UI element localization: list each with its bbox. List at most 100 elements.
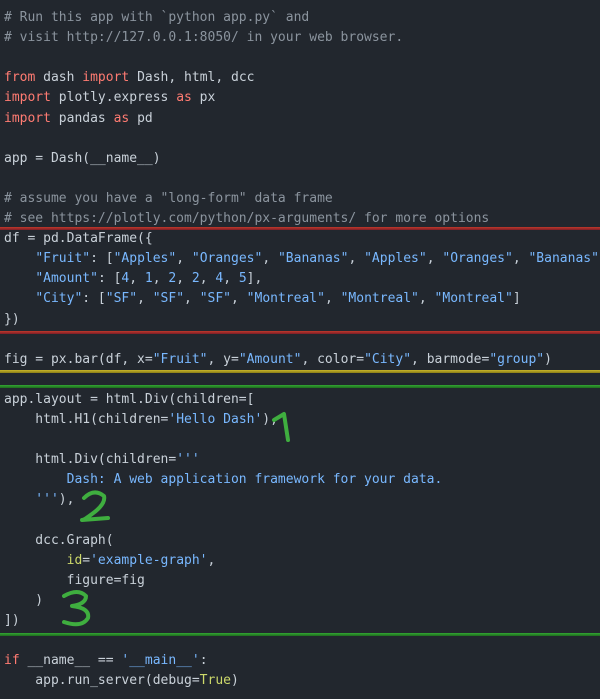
code-token: # Run this app with `python app.py` and	[4, 10, 310, 25]
code-token: )	[4, 592, 44, 608]
separator-green-1	[0, 385, 600, 388]
code-line: import plotly.express as px	[4, 88, 215, 108]
code-token: ,	[231, 291, 247, 307]
code-token: "Amount"	[238, 351, 302, 367]
code-token: ])	[4, 613, 20, 628]
code-token: =	[82, 552, 91, 568]
code-token: 4	[215, 271, 224, 287]
code-token: id	[66, 552, 83, 568]
code-token: # visit http://127.0.0.1:8050/ in your w…	[4, 30, 404, 46]
code-token: Dash: A web application framework for yo…	[4, 472, 443, 488]
code-line: '''),	[4, 490, 74, 510]
code-token: "SF"	[152, 291, 185, 307]
code-token: Dash, html, dcc	[129, 70, 255, 86]
code-line: # Run this app with `python app.py` and	[4, 8, 309, 28]
code-line: Dash: A web application framework for yo…	[4, 470, 443, 490]
code-token: ,	[262, 251, 278, 267]
code-token: ,	[199, 271, 216, 287]
code-line: app.run_server(debug=True)	[4, 671, 239, 691]
code-token: app.layout = html.Div(children=[	[4, 391, 255, 407]
code-token: "Oranges"	[191, 251, 263, 267]
code-token: ),	[58, 492, 75, 508]
code-token: as	[113, 110, 130, 126]
code-token: "Apples"	[113, 251, 177, 267]
code-token: , y=	[207, 351, 239, 367]
code-token: "City"	[35, 291, 83, 307]
code-token: )	[230, 673, 239, 689]
code-token: ,	[129, 271, 145, 287]
separator-green-2	[0, 633, 600, 636]
code-token: "Fruit"	[35, 251, 91, 267]
code-line: )	[4, 591, 43, 611]
code-line: "City": ["SF", "SF", "SF", "Montreal", "…	[4, 289, 520, 309]
code-token: : [	[97, 271, 122, 287]
code-token: pd	[129, 110, 153, 126]
code-line: app.layout = html.Div(children=[	[4, 390, 254, 410]
separator-red-2	[0, 331, 600, 334]
annotation-2	[74, 488, 114, 528]
code-token: )	[544, 351, 552, 367]
code-token: "Montreal"	[246, 291, 325, 307]
code-editor[interactable]: # Run this app with `python app.py` and #…	[0, 0, 600, 699]
code-token: "SF"	[105, 291, 138, 307]
code-token: '''	[4, 492, 59, 508]
code-token: dash	[35, 70, 83, 86]
code-token: '__main__'	[121, 653, 200, 669]
code-token: html.Div(children=	[4, 452, 177, 468]
code-token: "SF"	[199, 291, 232, 307]
code-token: import	[4, 110, 51, 126]
code-token: "Montreal"	[340, 291, 419, 307]
code-token: ,	[152, 271, 169, 287]
code-token: , barmode=	[411, 351, 490, 367]
code-token: ,	[223, 271, 239, 287]
code-token: "group"	[489, 351, 545, 367]
code-token: ,	[207, 552, 216, 568]
code-token: ,	[184, 291, 200, 307]
code-line: ])	[4, 611, 20, 631]
code-token: ,	[176, 271, 192, 287]
code-line: # assume you have a "long-form" data fra…	[4, 189, 333, 209]
annotation-3	[56, 588, 96, 632]
code-line: if __name__ == '__main__':	[4, 651, 208, 671]
code-token: ,	[176, 251, 192, 267]
separator-red-1	[0, 227, 600, 230]
code-token: "City"	[364, 351, 412, 367]
code-line: })	[4, 310, 20, 330]
code-token: app = Dash(__name__)	[4, 150, 161, 166]
code-token: : [	[82, 291, 106, 307]
code-token: '''	[176, 452, 200, 468]
code-line: app = Dash(__name__)	[4, 149, 161, 169]
code-line: html.H1(children='Hello Dash'),	[4, 410, 278, 430]
code-token: ,	[426, 251, 443, 267]
code-token: 5	[238, 271, 247, 287]
code-token: html.H1(children=	[4, 412, 169, 427]
code-line: "Amount": [4, 1, 2, 2, 4, 5],	[4, 269, 262, 289]
code-line: # visit http://127.0.0.1:8050/ in your w…	[4, 28, 403, 48]
code-token: 2	[191, 271, 200, 287]
code-line: html.Div(children='''	[4, 450, 200, 470]
code-line: from dash import Dash, html, dcc	[4, 68, 254, 88]
code-line: "Fruit": ["Apples", "Oranges", "Bananas"…	[4, 249, 600, 269]
code-token: 'Hello Dash'	[168, 412, 263, 427]
code-token: : [	[90, 251, 114, 267]
code-token: "Apples"	[364, 251, 427, 267]
code-token: plotly.express	[50, 90, 177, 106]
code-token: ,	[512, 251, 529, 267]
code-token: fig = px.bar(df, x=	[4, 351, 153, 367]
code-line: id='example-graph',	[4, 551, 216, 571]
code-line: df = pd.DataFrame({	[4, 229, 153, 249]
code-token: import	[4, 90, 51, 106]
annotation-1	[268, 410, 298, 446]
code-token: if	[4, 653, 20, 669]
code-token: 'example-graph'	[90, 552, 208, 568]
code-line: # see https://plotly.com/python/px-argum…	[4, 209, 489, 229]
separator-yellow	[0, 370, 600, 373]
code-token: __name__ ==	[19, 653, 122, 669]
code-token: "Bananas"	[277, 251, 349, 267]
code-line: dcc.Graph(	[4, 531, 114, 551]
code-token: dcc.Graph(	[4, 532, 114, 548]
code-token: ,	[348, 251, 365, 267]
code-line: import pandas as pd	[4, 109, 153, 129]
